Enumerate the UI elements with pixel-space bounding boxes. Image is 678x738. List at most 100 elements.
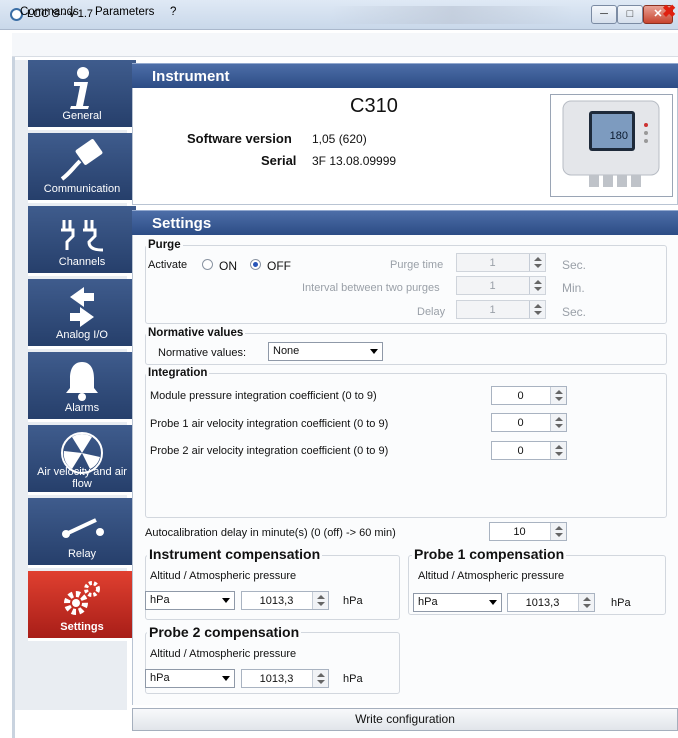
settings-header: Settings <box>132 210 678 235</box>
delay-label: Delay <box>417 306 446 318</box>
sidebar-item-label: Channels <box>58 256 106 268</box>
sidebar-item-label: Relay <box>67 548 97 560</box>
autocalibration-label: Autocalibration delay in minute(s) (0 (o… <box>145 527 396 539</box>
sidebar-item-relay[interactable]: Relay <box>28 498 136 568</box>
instrument-compensation-title: Instrument compensation <box>147 546 323 562</box>
integration-title: Integration <box>146 367 210 379</box>
chevron-down-icon <box>222 598 230 603</box>
device-image: 180 <box>550 94 673 197</box>
purge-on-radio[interactable] <box>202 259 213 270</box>
stepper-arrows-icon[interactable] <box>529 277 545 294</box>
fan-icon <box>28 431 136 474</box>
purge-off-label: OFF <box>267 259 291 273</box>
normative-select[interactable]: None <box>268 342 383 361</box>
instrument-pressure-unit: hPa <box>343 595 363 607</box>
probe2-compensation-subtitle: Altitud / Atmospheric pressure <box>150 648 297 660</box>
probe1-pressure-stepper[interactable]: 1013,3 <box>507 593 595 612</box>
purge-time-unit: Sec. <box>562 258 587 272</box>
integration-probe1-stepper[interactable]: 0 <box>491 413 567 432</box>
bell-icon <box>28 358 136 401</box>
sidebar-item-general[interactable]: General <box>28 60 136 130</box>
serial-label: Serial <box>261 153 297 168</box>
normative-title: Normative values <box>146 327 246 339</box>
stepper-arrows-icon[interactable] <box>550 442 566 459</box>
normative-label: Normative values: <box>158 347 247 359</box>
software-version-label: Software version <box>187 131 292 146</box>
chevron-down-icon <box>489 600 497 605</box>
sidebar-item-label: Alarms <box>64 402 100 414</box>
sidebar-item-label: Analog I/O <box>56 329 108 341</box>
sidebar-item-air-velocity[interactable]: Air velocity and air flow <box>28 425 136 495</box>
menu-help[interactable]: ? <box>170 6 176 18</box>
delay-stepper[interactable]: 1 <box>456 300 546 319</box>
stepper-arrows-icon[interactable] <box>529 301 545 318</box>
purge-on-label: ON <box>219 259 237 273</box>
gears-icon <box>28 577 136 617</box>
stepper-arrows-icon[interactable] <box>529 254 545 271</box>
serial-value: 3F 13.08.09999 <box>312 154 397 168</box>
minimize-button[interactable]: ─ <box>591 5 617 24</box>
interval-stepper[interactable]: 1 <box>456 276 546 295</box>
close-icon[interactable]: ✖ <box>662 2 676 22</box>
stepper-arrows-icon[interactable] <box>550 414 566 431</box>
probe1-unit-select[interactable]: hPa <box>413 593 502 612</box>
probe1-compensation-subtitle: Altitud / Atmospheric pressure <box>418 570 565 582</box>
blurred-title-area <box>330 6 575 24</box>
software-version-value: 1,05 (620) <box>312 132 367 146</box>
probe1-compensation-title: Probe 1 compensation <box>412 546 567 562</box>
probe2-pressure-stepper[interactable]: 1013,3 <box>241 669 329 688</box>
probe2-pressure-unit: hPa <box>343 673 363 685</box>
model-name: C310 <box>350 95 398 117</box>
sidebar-item-analog-io[interactable]: Analog I/O <box>28 279 136 349</box>
instrument-compensation-subtitle: Altitud / Atmospheric pressure <box>150 570 297 582</box>
activate-label: Activate <box>148 259 188 271</box>
integration-label-probe1: Probe 1 air velocity integration coeffic… <box>150 418 389 430</box>
chevron-down-icon <box>370 349 378 354</box>
sidebar-item-channels[interactable]: Channels <box>28 206 136 276</box>
menu-commands[interactable]: Commands <box>20 6 79 18</box>
instrument-compensation-group <box>145 555 400 620</box>
sidebar-item-label: Settings <box>60 621 104 633</box>
sidebar-item-communication[interactable]: Communication <box>28 133 136 203</box>
stepper-arrows-icon[interactable] <box>312 592 328 609</box>
plug-icon <box>28 212 136 252</box>
autocalibration-stepper[interactable]: 10 <box>489 522 567 541</box>
integration-module-stepper[interactable]: 0 <box>491 386 567 405</box>
probe2-unit-select[interactable]: hPa <box>145 669 235 688</box>
interval-label: Interval between two purges <box>302 282 440 294</box>
write-configuration-button[interactable]: Write configuration <box>132 708 678 731</box>
menu-bar <box>12 33 678 57</box>
info-icon <box>28 66 136 109</box>
network-cable-icon <box>28 139 136 181</box>
integration-probe2-stepper[interactable]: 0 <box>491 441 567 460</box>
device-display-value: 180 <box>610 130 628 142</box>
purge-off-radio[interactable] <box>250 259 261 270</box>
arrows-icon <box>28 285 136 327</box>
probe1-pressure-unit: hPa <box>611 597 631 609</box>
purge-title: Purge <box>146 239 183 251</box>
sidebar-item-settings[interactable]: Settings <box>28 571 136 641</box>
stepper-arrows-icon[interactable] <box>550 387 566 404</box>
sidebar-item-label: Air velocity and air flow <box>37 466 127 490</box>
stepper-arrows-icon[interactable] <box>578 594 594 611</box>
delay-unit: Sec. <box>562 305 587 319</box>
chevron-down-icon <box>222 676 230 681</box>
stepper-arrows-icon[interactable] <box>550 523 566 540</box>
sidebar-item-alarms[interactable]: Alarms <box>28 352 136 422</box>
stepper-arrows-icon[interactable] <box>312 670 328 687</box>
purge-time-label: Purge time <box>390 259 444 271</box>
instrument-pressure-stepper[interactable]: 1013,3 <box>241 591 329 610</box>
relay-switch-icon <box>28 504 136 544</box>
integration-label-probe2: Probe 2 air velocity integration coeffic… <box>150 445 389 457</box>
instrument-unit-select[interactable]: hPa <box>145 591 235 610</box>
instrument-header: Instrument <box>132 63 678 88</box>
integration-label-module: Module pressure integration coefficient … <box>150 390 377 402</box>
probe2-compensation-title: Probe 2 compensation <box>147 624 302 640</box>
maximize-button[interactable]: □ <box>617 5 643 24</box>
sidebar-item-label: Communication <box>43 183 121 195</box>
interval-unit: Min. <box>562 281 585 295</box>
sidebar: General Communication Channels Analog I/… <box>15 60 136 710</box>
sidebar-item-label: General <box>62 110 102 122</box>
menu-parameters[interactable]: Parameters <box>95 6 154 18</box>
purge-time-stepper[interactable]: 1 <box>456 253 546 272</box>
